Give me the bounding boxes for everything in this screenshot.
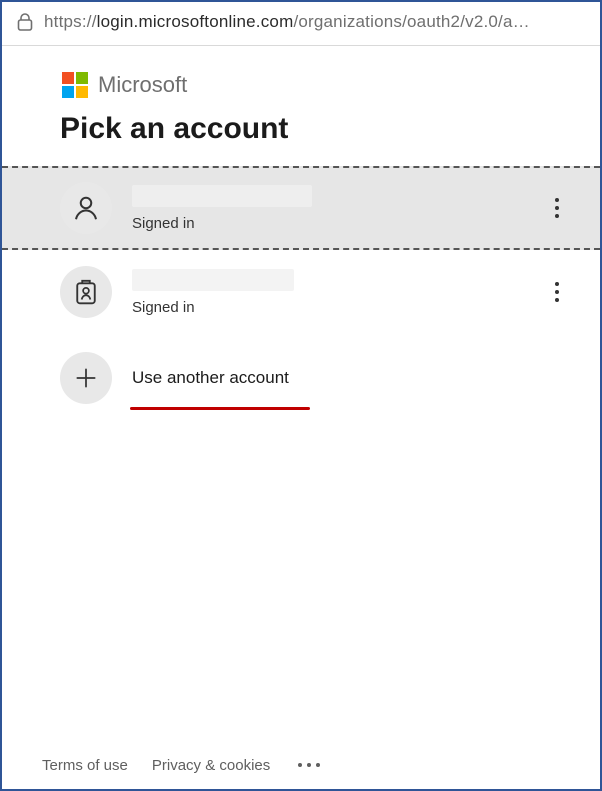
account-menu-button[interactable]	[542, 198, 572, 218]
url-text[interactable]: https://login.microsoftonline.com/organi…	[44, 12, 586, 32]
url-host: login.microsoftonline.com	[97, 12, 294, 31]
footer-more-button[interactable]	[294, 763, 320, 767]
account-list: Signed in Signed in Use ano	[2, 166, 600, 418]
brand-name: Microsoft	[98, 72, 187, 98]
annotation-underline	[130, 407, 310, 410]
account-status: Signed in	[132, 299, 542, 316]
terms-link[interactable]: Terms of use	[42, 757, 128, 774]
account-status: Signed in	[132, 215, 542, 232]
account-row[interactable]: Signed in	[2, 250, 600, 334]
account-row[interactable]: Signed in	[2, 166, 600, 250]
account-body: Signed in	[112, 185, 542, 232]
account-name-redacted	[132, 269, 294, 291]
footer: Terms of use Privacy & cookies	[2, 741, 600, 789]
microsoft-logo-icon	[62, 72, 88, 98]
url-scheme: https://	[44, 12, 97, 31]
account-name-redacted	[132, 185, 312, 207]
address-bar: https://login.microsoftonline.com/organi…	[2, 2, 600, 46]
account-menu-button[interactable]	[542, 282, 572, 302]
privacy-link[interactable]: Privacy & cookies	[152, 757, 270, 774]
person-icon	[60, 182, 112, 234]
url-path: /organizations/oauth2/v2.0/a…	[293, 12, 529, 31]
badge-icon	[60, 266, 112, 318]
lock-icon	[16, 12, 34, 32]
use-another-account-button[interactable]: Use another account	[2, 334, 600, 418]
use-another-account-label: Use another account	[112, 368, 289, 388]
account-body: Signed in	[112, 269, 542, 316]
plus-icon	[60, 352, 112, 404]
brand-row: Microsoft	[2, 46, 600, 100]
page-title: Pick an account	[2, 100, 600, 166]
